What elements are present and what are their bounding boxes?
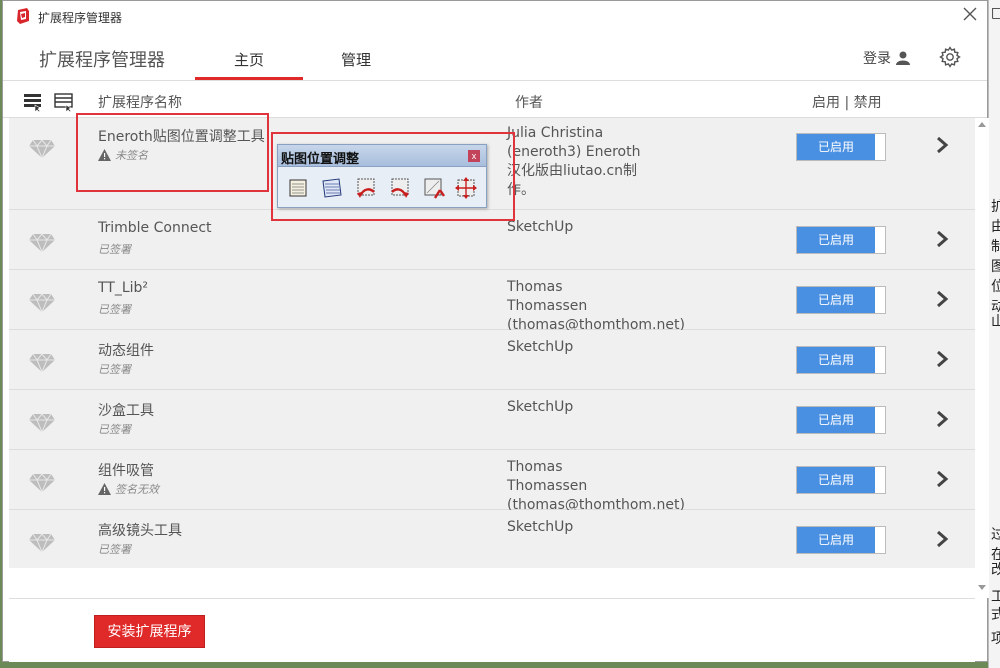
app-header: 扩展程序管理器 主页 管理 登录	[3, 33, 987, 81]
extension-gem-icon	[29, 139, 55, 158]
login-label: 登录	[863, 51, 891, 67]
extension-name[interactable]: 动态组件	[98, 340, 154, 360]
active-tab-indicator	[195, 77, 303, 80]
column-enable-header: 启用 | 禁用	[812, 95, 882, 111]
extension-manager-window: 扩展程序管理器 扩展程序管理器 主页 管理 登录 扩展程序名称 作者 启用 | …	[2, 0, 989, 662]
extension-gem-icon	[29, 473, 55, 492]
texture-flat-icon[interactable]	[286, 176, 310, 200]
chevron-right-icon[interactable]	[934, 530, 950, 548]
flip-icon[interactable]	[422, 176, 446, 200]
extension-author: SketchUp	[507, 399, 574, 415]
extension-author: Julia Christina (eneroth3) Eneroth 汉化版由l…	[507, 125, 641, 198]
extension-author: SketchUp	[507, 519, 574, 535]
enabled-state-label: 已启用	[797, 407, 875, 433]
close-window-button[interactable]	[961, 6, 979, 24]
scale-arrows-icon[interactable]	[454, 176, 478, 200]
chevron-right-icon[interactable]	[934, 290, 950, 308]
enabled-state-label: 已启用	[797, 527, 875, 553]
tab-manage[interactable]: 管理	[341, 49, 371, 70]
sketchup-logo-icon	[17, 8, 29, 24]
detail-view-icon[interactable]	[54, 92, 74, 112]
toolbar-title: 贴图位置调整	[281, 152, 360, 167]
texture-skew-icon[interactable]	[320, 176, 344, 200]
toolbar-title-bar[interactable]: 贴图位置调整 x	[278, 145, 486, 167]
extension-gem-icon	[29, 233, 55, 252]
column-name-header: 扩展程序名称	[98, 95, 182, 111]
enable-toggle[interactable]: 已启用	[796, 226, 886, 254]
enabled-state-label: 已启用	[797, 227, 875, 253]
signature-status-label: 已签署	[98, 363, 131, 376]
chevron-right-icon[interactable]	[934, 136, 950, 154]
enable-toggle[interactable]: 已启用	[796, 526, 886, 554]
extension-gem-icon	[29, 353, 55, 372]
install-extension-button[interactable]: 安装扩展程序	[94, 615, 205, 648]
column-author-header: 作者	[515, 95, 543, 111]
warning-icon	[98, 483, 111, 495]
extension-row[interactable]: 动态组件已签署 SketchUp 已启用	[9, 330, 975, 390]
signature-status: 已签署	[98, 421, 131, 437]
login-button[interactable]: 登录	[863, 48, 910, 68]
enable-toggle[interactable]: 已启用	[796, 346, 886, 374]
scroll-down-arrow-icon[interactable]	[977, 584, 987, 592]
extension-name[interactable]: 沙盒工具	[98, 400, 154, 420]
enabled-state-label: 已启用	[797, 467, 875, 493]
extension-row[interactable]: 沙盒工具已签署 SketchUp 已启用	[9, 390, 975, 450]
signature-status: 已签署	[98, 241, 131, 257]
rotate-right-icon[interactable]	[388, 176, 412, 200]
signature-status: 已签署	[98, 541, 131, 557]
extension-row[interactable]: 高级镜头工具已签署 SketchUp 已启用	[9, 510, 975, 568]
enable-toggle[interactable]: 已启用	[796, 286, 886, 314]
chevron-right-icon[interactable]	[934, 470, 950, 488]
extension-name[interactable]: 高级镜头工具	[98, 520, 182, 540]
vertical-scrollbar[interactable]	[975, 118, 989, 598]
extension-name[interactable]: TT_Lib²	[98, 280, 148, 296]
signature-status: 已签署	[98, 301, 131, 317]
user-icon	[896, 51, 910, 65]
scroll-up-arrow-icon[interactable]	[977, 120, 987, 128]
settings-gear-icon[interactable]	[939, 46, 961, 68]
signature-status-label: 已签署	[98, 423, 131, 436]
list-view-icon[interactable]	[23, 92, 43, 112]
chevron-right-icon[interactable]	[934, 410, 950, 428]
extension-author: SketchUp	[507, 339, 574, 355]
signature-status-label: 已签署	[98, 243, 131, 256]
enable-toggle[interactable]: 已启用	[796, 466, 886, 494]
highlight-box-extension-name	[76, 113, 269, 192]
enable-toggle[interactable]: 已启用	[796, 406, 886, 434]
title-bar: 扩展程序管理器	[3, 1, 987, 33]
window-title: 扩展程序管理器	[38, 11, 123, 25]
extension-author: SketchUp	[507, 219, 574, 235]
extension-gem-icon	[29, 293, 55, 312]
background-app-edge: □ 扩 由 制 图 位 动 山 过 在 改 工 式 项	[988, 0, 1000, 668]
signature-status-label: 签名无效	[115, 483, 159, 496]
app-title: 扩展程序管理器	[39, 50, 165, 71]
enabled-state-label: 已启用	[797, 347, 875, 373]
signature-status-label: 已签署	[98, 543, 131, 556]
close-icon	[963, 7, 977, 21]
tab-home[interactable]: 主页	[234, 49, 264, 70]
extension-author: Thomas Thomassen (thomas@thomthom.net)	[507, 459, 685, 513]
signature-status-label: 已签署	[98, 303, 131, 316]
signature-status: 签名无效	[98, 481, 159, 497]
extension-name[interactable]: Trimble Connect	[98, 220, 212, 236]
extension-author: Thomas Thomassen (thomas@thomthom.net)	[507, 279, 685, 333]
toolbar-close-button[interactable]: x	[468, 150, 480, 162]
chevron-right-icon[interactable]	[934, 350, 950, 368]
extension-row[interactable]: TT_Lib² 已签署 Thomas Thomassen (thomas@thomt…	[9, 270, 975, 333]
footer-bar: 安装扩展程序	[9, 598, 975, 662]
extension-gem-icon	[29, 413, 55, 432]
extension-name[interactable]: 组件吸管	[98, 460, 154, 480]
extension-gem-icon	[29, 533, 55, 552]
rotate-left-icon[interactable]	[354, 176, 378, 200]
extension-row[interactable]: 组件吸管签名无效 Thomas Thomassen (thomas@thomtho…	[9, 450, 975, 513]
enabled-state-label: 已启用	[797, 287, 875, 313]
enable-toggle[interactable]: 已启用	[796, 133, 886, 161]
texture-position-toolbar: 贴图位置调整 x	[277, 144, 487, 208]
signature-status: 已签署	[98, 361, 131, 377]
chevron-right-icon[interactable]	[934, 230, 950, 248]
enabled-state-label: 已启用	[797, 134, 875, 160]
